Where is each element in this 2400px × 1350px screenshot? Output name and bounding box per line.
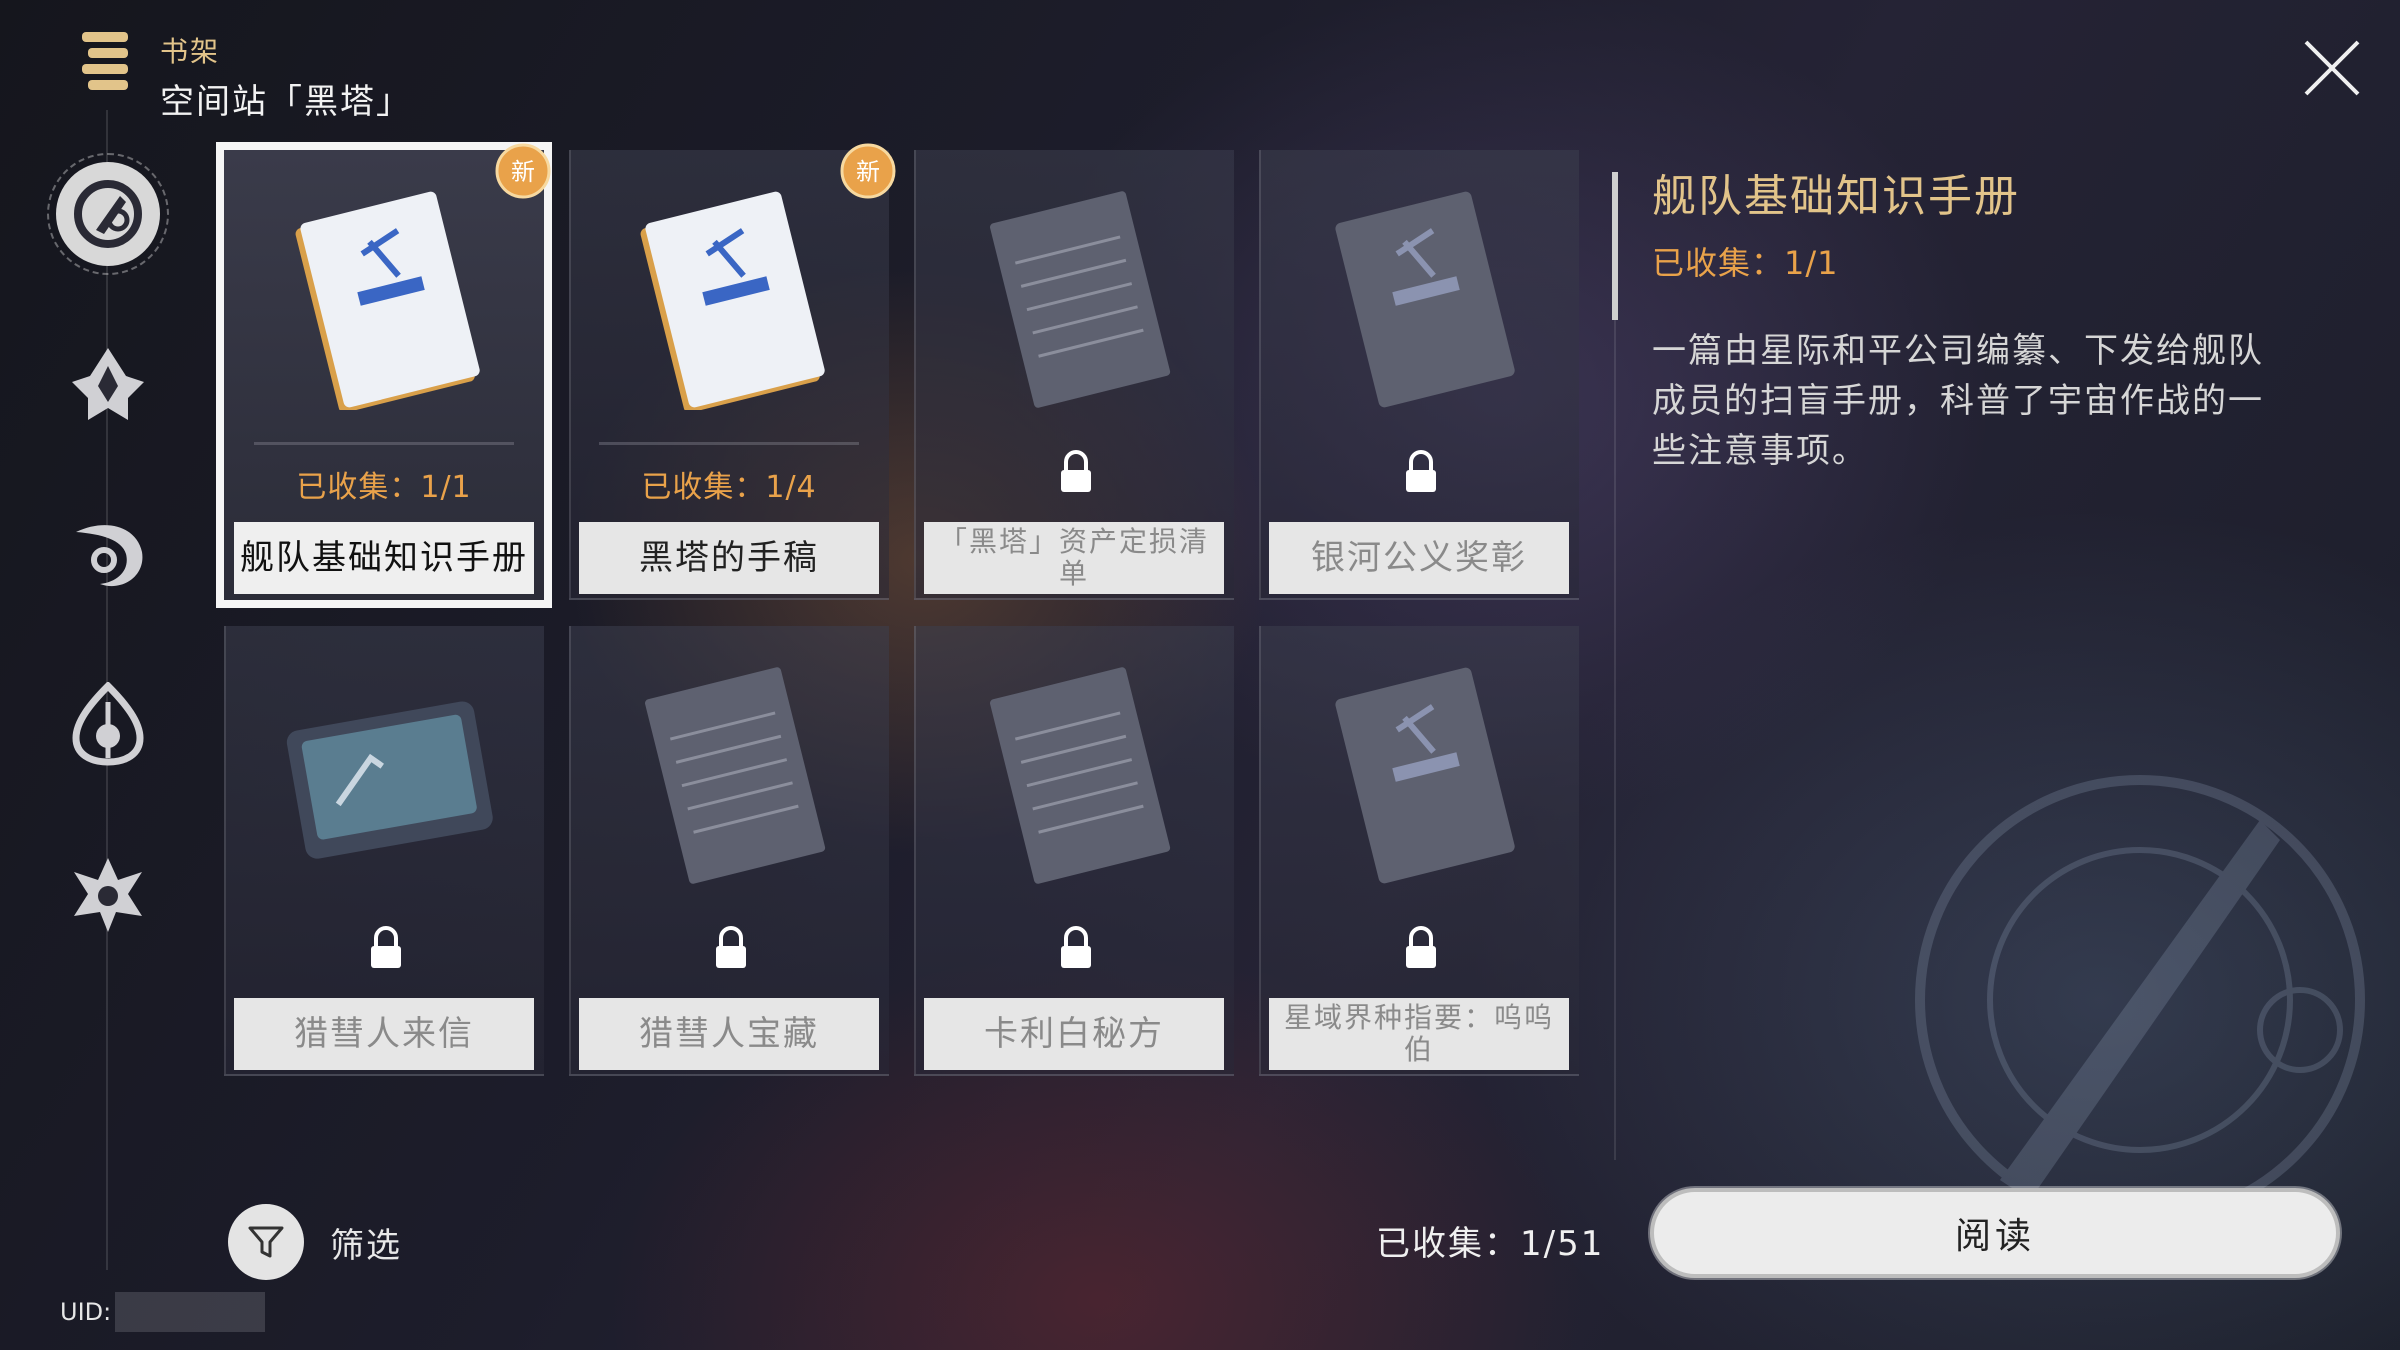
new-badge: 新 xyxy=(495,143,551,199)
book-card[interactable]: 星域界种指要：呜呜伯 xyxy=(1259,626,1579,1076)
side-nav-item-space-station[interactable] xyxy=(44,150,172,278)
tablet-icon xyxy=(286,701,493,859)
book-title: 黑塔的手稿 xyxy=(579,522,879,594)
collected-count: 已收集：1/1 xyxy=(296,470,472,505)
breadcrumb: 书架 xyxy=(160,35,221,68)
lock-icon xyxy=(1061,450,1091,492)
detail-collected: 已收集：1/1 xyxy=(1652,244,1839,282)
filter-button[interactable]: 筛选 xyxy=(228,1204,402,1280)
side-nav-item-penacony[interactable] xyxy=(44,660,172,788)
book-card[interactable]: 「黑塔」资产定损清单 xyxy=(914,150,1234,600)
book-card[interactable]: 已收集：1/1 舰队基础知识手册 新 xyxy=(216,142,552,608)
book-card[interactable]: 猎彗人宝藏 xyxy=(569,626,889,1076)
lock-icon xyxy=(716,926,746,968)
bookshelf-icon xyxy=(82,32,128,90)
other-world-icon xyxy=(74,858,142,932)
collected-count: 已收集：1/4 xyxy=(641,470,817,505)
detail-panel: 舰队基础知识手册 已收集：1/1 一篇由星际和平公司编纂、下发给舰队成员的扫盲手… xyxy=(1652,160,2292,476)
lock-icon xyxy=(1061,926,1091,968)
book-title: 卡利白秘方 xyxy=(924,998,1224,1070)
notes-icon xyxy=(990,667,1171,884)
detail-scroll-track[interactable] xyxy=(1614,320,1616,1160)
notes-icon xyxy=(990,191,1171,408)
book-card[interactable]: 银河公义奖彰 xyxy=(1259,150,1579,600)
uid: UID: xyxy=(60,1292,266,1332)
side-nav-item-xianzhou[interactable] xyxy=(44,490,172,618)
filter-icon xyxy=(248,1226,284,1258)
close-icon[interactable] xyxy=(2300,36,2364,100)
xianzhou-icon xyxy=(76,525,143,587)
read-button[interactable]: 阅读 xyxy=(1650,1188,2340,1278)
total-collected: 已收集：1/51 xyxy=(1376,1224,1605,1264)
jarilo-icon xyxy=(72,348,144,420)
new-badge-text: 新 xyxy=(856,158,880,186)
lock-icon xyxy=(1406,450,1436,492)
lock-icon xyxy=(1406,926,1436,968)
space-station-icon xyxy=(74,180,142,248)
manual-book-icon xyxy=(1335,667,1515,884)
header: 书架 空间站「黑塔」 xyxy=(78,26,412,123)
new-badge-text: 新 xyxy=(511,158,535,186)
book-title: 银河公义奖彰 xyxy=(1269,522,1569,594)
new-badge: 新 xyxy=(840,143,896,199)
detail-title: 舰队基础知识手册 xyxy=(1652,171,2020,222)
notes-icon xyxy=(645,667,826,884)
side-nav-item-other-world[interactable] xyxy=(44,830,172,958)
filter-label: 筛选 xyxy=(330,1225,402,1266)
side-nav-item-jarilo[interactable] xyxy=(44,320,172,448)
manual-book-icon xyxy=(640,191,825,410)
uid-label: UID: xyxy=(60,1298,112,1326)
book-card[interactable]: 已收集：1/4 黑塔的手稿 新 xyxy=(569,143,896,600)
manual-book-icon xyxy=(1335,191,1515,408)
detail-description: 一篇由星际和平公司编纂、下发给舰队成员的扫盲手册，科普了宇宙作战的一些注意事项。 xyxy=(1652,331,2264,471)
book-title: 星域界种指要：呜呜伯 xyxy=(1269,998,1569,1070)
detail-scroll-thumb[interactable] xyxy=(1612,172,1618,320)
lock-icon xyxy=(371,926,401,968)
manual-book-icon xyxy=(295,191,480,410)
book-card[interactable]: 卡利白秘方 xyxy=(914,626,1234,1076)
book-title: 「黑塔」资产定损清单 xyxy=(924,522,1224,594)
penacony-icon xyxy=(72,682,144,766)
page-title: 空间站「黑塔」 xyxy=(160,82,412,122)
book-title: 舰队基础知识手册 xyxy=(234,522,534,594)
uid-mask xyxy=(115,1292,266,1332)
book-title: 猎彗人宝藏 xyxy=(579,998,879,1070)
book-card[interactable]: 猎彗人来信 xyxy=(224,626,544,1076)
book-title: 猎彗人来信 xyxy=(234,998,534,1070)
